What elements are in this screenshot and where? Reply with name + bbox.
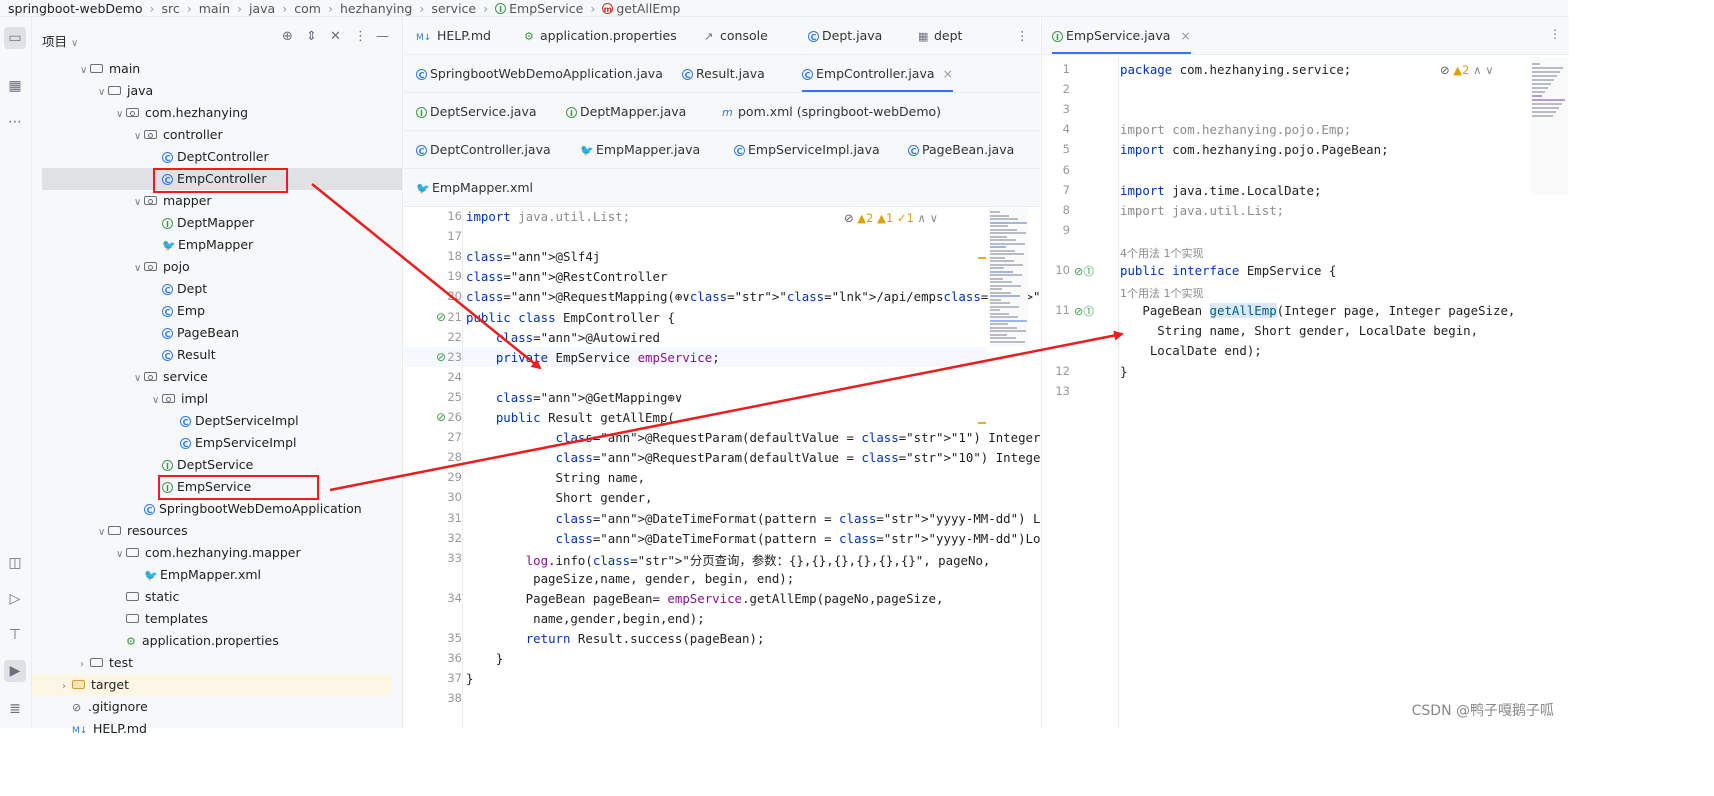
arrow-empcontroller xyxy=(311,183,542,370)
annotation-arrows xyxy=(311,183,1124,492)
arrow-empservice xyxy=(329,330,1124,492)
watermark: CSDN @鸭子嘎鹅子呱 xyxy=(1411,703,1554,719)
